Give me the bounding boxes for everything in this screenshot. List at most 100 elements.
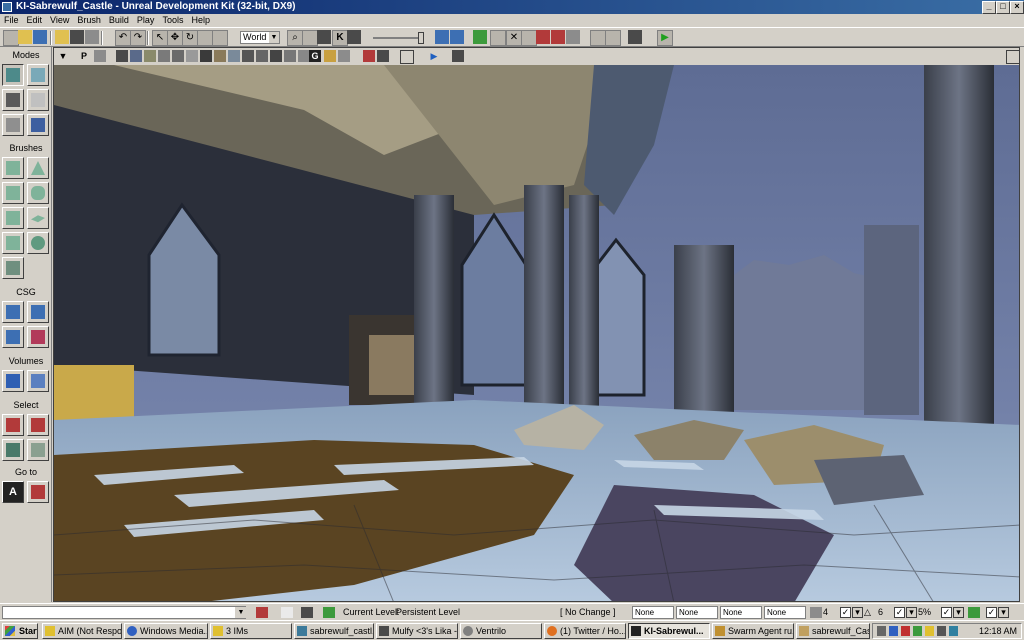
taskbar-clock[interactable]: 12:18 AM xyxy=(979,625,1017,638)
camera-actor-icon[interactable] xyxy=(363,50,375,62)
lit-icon[interactable] xyxy=(158,50,170,62)
favorites-icon[interactable] xyxy=(55,30,69,44)
translate-icon[interactable]: ✥ xyxy=(167,30,183,46)
lighting-options-icon[interactable] xyxy=(521,30,537,46)
sphere-brush-button[interactable] xyxy=(27,232,49,254)
level-render[interactable] xyxy=(54,65,1020,602)
lighting-only-icon[interactable] xyxy=(186,50,198,62)
menu-tools[interactable]: Tools xyxy=(158,14,187,27)
minimize-button[interactable]: _ xyxy=(982,1,996,14)
csg-subtract-button[interactable] xyxy=(27,301,49,323)
rotate-icon[interactable]: ↻ xyxy=(182,30,198,46)
menu-view[interactable]: View xyxy=(46,14,73,27)
lit-lightmap-density-icon[interactable] xyxy=(256,50,268,62)
unlit-icon[interactable] xyxy=(144,50,156,62)
grid-snap-icon[interactable] xyxy=(810,607,822,618)
tray-icon-3[interactable] xyxy=(901,626,910,636)
lightmap-density-icon[interactable] xyxy=(242,50,254,62)
game-view-button[interactable]: G xyxy=(309,50,321,62)
goto-actor-button[interactable]: A xyxy=(2,481,24,503)
camera-mode-button[interactable] xyxy=(2,64,24,86)
status-field-1[interactable]: None xyxy=(632,606,674,619)
play-in-viewport-icon[interactable]: ▶ xyxy=(428,50,440,62)
kismet-icon[interactable]: K xyxy=(332,30,348,46)
status-field-3[interactable]: None xyxy=(720,606,762,619)
tray-icon-5[interactable] xyxy=(925,626,934,636)
network-icon[interactable] xyxy=(949,626,958,636)
taskbar-item-mulfy[interactable]: Mulfy <3's Lika -... xyxy=(376,623,458,639)
taskbar-item-aim[interactable]: AIM (Not Respo... xyxy=(42,623,122,639)
taskbar-item-sabrewulf-castle-1[interactable]: sabrewulf_castl... xyxy=(294,623,374,639)
menu-file[interactable]: File xyxy=(0,14,23,27)
command-dropdown-chevron-icon[interactable]: ▼ xyxy=(235,607,247,618)
cylinder-brush-button[interactable] xyxy=(27,182,49,204)
show-all-button[interactable] xyxy=(27,439,49,461)
close-button[interactable]: × xyxy=(1010,1,1024,14)
taskbar-item-ims[interactable]: 3 IMs xyxy=(210,623,292,639)
trash-icon[interactable] xyxy=(551,30,565,44)
play-icon[interactable]: ▶ xyxy=(657,30,673,46)
scale-nonuniform-icon[interactable] xyxy=(212,30,228,46)
taskbar-item-ventrilo[interactable]: Ventrilo xyxy=(460,623,542,639)
start-button[interactable]: Start xyxy=(2,623,38,639)
shader-complexity-icon[interactable] xyxy=(228,50,240,62)
taskbar-item-swarm-agent[interactable]: Swarm Agent ru... xyxy=(712,623,794,639)
grid-snap-checkbox[interactable]: ✓ xyxy=(840,607,851,618)
terrain-mode-button[interactable] xyxy=(2,89,24,111)
swarm-icon[interactable] xyxy=(536,30,550,44)
light-complexity-icon[interactable] xyxy=(200,50,212,62)
tray-icon-4[interactable] xyxy=(913,626,922,636)
play-in-editor-icon[interactable] xyxy=(628,30,642,44)
light-bulb-icon[interactable] xyxy=(281,607,293,618)
invert-selection-button[interactable] xyxy=(2,439,24,461)
taskbar-item-twitter[interactable]: (1) Twitter / Ho... xyxy=(544,623,626,639)
autosave-dropdown-chevron-icon[interactable]: ▾ xyxy=(998,607,1009,618)
show-selected-button[interactable] xyxy=(2,414,24,436)
spiral-stair-brush-button[interactable] xyxy=(2,232,24,254)
status-field-4[interactable]: None xyxy=(764,606,806,619)
autosave-checkbox[interactable]: ✓ xyxy=(986,607,997,618)
content-browser-icon[interactable] xyxy=(302,30,318,46)
build-cover-icon[interactable] xyxy=(490,30,506,46)
menu-build[interactable]: Build xyxy=(105,14,133,27)
ambient-occlusion-icon[interactable] xyxy=(284,50,296,62)
level-streaming-icon[interactable] xyxy=(377,50,389,62)
scale-dropdown-chevron-icon[interactable]: ▾ xyxy=(953,607,964,618)
command-input[interactable] xyxy=(2,606,246,619)
hide-selected-button[interactable] xyxy=(27,414,49,436)
redo-icon[interactable]: ↷ xyxy=(130,30,146,46)
viewport-cinematic-icon[interactable] xyxy=(452,50,464,62)
maximize-button[interactable]: □ xyxy=(996,1,1010,14)
rotation-dropdown-chevron-icon[interactable]: ▾ xyxy=(906,607,917,618)
camera-speed-slider[interactable] xyxy=(373,37,423,39)
csg-intersect-button[interactable] xyxy=(2,326,24,348)
save-icon[interactable] xyxy=(33,30,47,44)
no-change-dropdown[interactable]: [ No Change ] xyxy=(560,606,616,619)
open-map-icon[interactable] xyxy=(18,30,32,44)
drag-grid-icon[interactable] xyxy=(301,607,313,618)
scale-snap-checkbox[interactable]: ✓ xyxy=(941,607,952,618)
sheet-brush-button[interactable] xyxy=(27,207,49,229)
menu-play[interactable]: Play xyxy=(133,14,159,27)
geometry-mode-button[interactable] xyxy=(27,64,49,86)
current-level-icon[interactable] xyxy=(323,607,335,618)
viewport-maximize-icon[interactable] xyxy=(1006,50,1019,64)
log-icon[interactable] xyxy=(256,607,268,618)
texture-align-mode-button[interactable] xyxy=(27,89,49,111)
mesh-paint-mode-button[interactable] xyxy=(2,114,24,136)
tray-icon-1[interactable] xyxy=(877,626,886,636)
add-volume-button[interactable] xyxy=(2,370,24,392)
build-all-icon[interactable]: ✕ xyxy=(506,30,522,46)
generic-browser-icon[interactable] xyxy=(317,30,331,44)
camera-speed-thumb[interactable] xyxy=(418,32,424,44)
lock-icon[interactable] xyxy=(324,50,336,62)
status-field-2[interactable]: None xyxy=(676,606,718,619)
csg-deintersect-button[interactable] xyxy=(27,326,49,348)
new-map-icon[interactable] xyxy=(3,30,19,46)
udk-app-icon[interactable] xyxy=(2,2,12,12)
viewport-settings-icon[interactable] xyxy=(94,50,106,62)
rotation-snap-checkbox[interactable]: ✓ xyxy=(894,607,905,618)
cube-brush-button[interactable] xyxy=(2,157,24,179)
volumetric-brush-button[interactable] xyxy=(2,257,24,279)
save-all-icon[interactable] xyxy=(70,30,84,44)
